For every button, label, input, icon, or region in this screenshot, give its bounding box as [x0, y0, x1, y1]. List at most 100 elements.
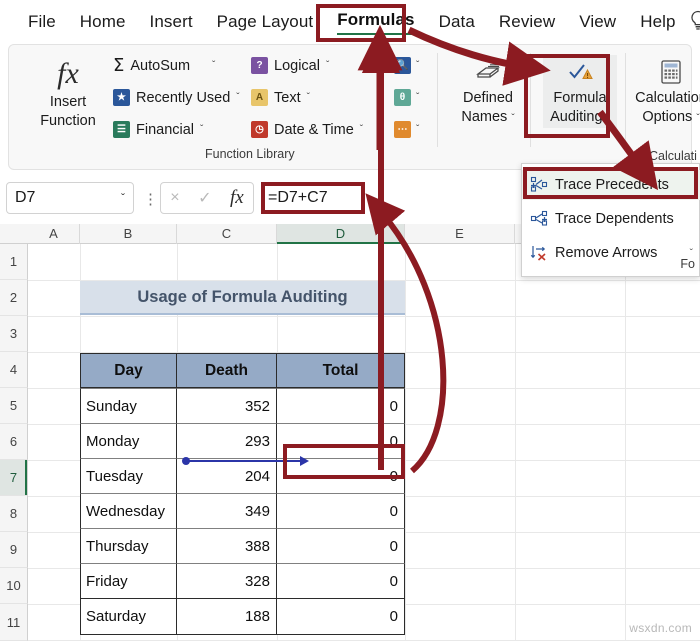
table-header-day[interactable]: Day: [80, 353, 177, 388]
tab-data[interactable]: Data: [427, 8, 487, 36]
cell-b7[interactable]: Tuesday: [80, 458, 177, 494]
cell-b6[interactable]: Monday: [80, 423, 177, 459]
insert-function-button[interactable]: fx Insert Function: [31, 55, 105, 131]
row-header-2[interactable]: 2: [0, 280, 28, 316]
sheet-title-cell[interactable]: Usage of Formula Auditing: [80, 281, 405, 315]
chevron-down-icon[interactable]: ˇ: [607, 113, 610, 124]
cell-b11[interactable]: Saturday: [80, 598, 177, 635]
cell-b9[interactable]: Thursday: [80, 528, 177, 564]
name-box[interactable]: D7 ˇ: [6, 182, 134, 214]
group-divider: [625, 53, 626, 147]
cell-c8[interactable]: 349: [176, 493, 277, 529]
column-header-b[interactable]: B: [80, 224, 177, 244]
row-header-8[interactable]: 8: [0, 496, 28, 532]
chevron-down-icon[interactable]: ˇ: [121, 191, 125, 205]
tab-file[interactable]: File: [16, 8, 68, 36]
logical-button[interactable]: ? Logical ˇ: [251, 57, 329, 74]
tab-help-label: Help: [640, 12, 676, 31]
table-header-total[interactable]: Total: [276, 353, 405, 388]
cell-b5[interactable]: Sunday: [80, 388, 177, 424]
row-header-1[interactable]: 1: [0, 244, 28, 280]
enter-icon[interactable]: ✓: [198, 188, 211, 208]
cancel-icon[interactable]: ×: [170, 189, 179, 207]
row-header-11[interactable]: 11: [0, 604, 28, 641]
chevron-down-icon[interactable]: ˇ: [326, 60, 329, 71]
cell-b10[interactable]: Friday: [80, 563, 177, 599]
cell-d7[interactable]: 0: [276, 458, 405, 494]
chevron-down-icon[interactable]: ˇ: [360, 124, 363, 135]
cell-c10[interactable]: 328: [176, 563, 277, 599]
defined-names-label-1: Defined: [463, 90, 513, 106]
cell-c9[interactable]: 388: [176, 528, 277, 564]
row-header-5[interactable]: 5: [0, 388, 28, 424]
cell-b8[interactable]: Wednesday: [80, 493, 177, 529]
tab-page-layout[interactable]: Page Layout: [205, 8, 326, 36]
cell-d8[interactable]: 0: [276, 493, 405, 529]
sigma-icon: Σ: [113, 55, 125, 76]
formula-auditing-label-2: Auditing ˇ: [550, 109, 610, 125]
recently-used-button[interactable]: ★ Recently Used ˇ: [113, 89, 240, 106]
formula-text: =D7+C7: [268, 189, 328, 206]
cell-d6[interactable]: 0: [276, 423, 405, 459]
column-header-a[interactable]: A: [28, 224, 80, 244]
tab-file-label: File: [28, 12, 56, 31]
chevron-down-icon[interactable]: ˇ: [511, 113, 514, 124]
row-header-4[interactable]: 4: [0, 352, 28, 388]
chevron-down-icon[interactable]: ˇ: [416, 124, 419, 135]
chevron-down-icon[interactable]: ˇ: [696, 113, 699, 124]
insert-function-icon[interactable]: fx: [230, 187, 244, 209]
tab-help[interactable]: Help: [628, 8, 687, 36]
tab-review[interactable]: Review: [487, 8, 567, 36]
tab-home[interactable]: Home: [68, 8, 138, 36]
lookup-reference-button[interactable]: 🔍 ˇ: [394, 57, 419, 74]
cell-d9[interactable]: 0: [276, 528, 405, 564]
math-trig-icon: θ: [394, 89, 411, 106]
tab-view[interactable]: View: [567, 8, 628, 36]
row-header-3[interactable]: 3: [0, 316, 28, 352]
tab-formulas[interactable]: Formulas: [325, 6, 426, 39]
chevron-down-icon[interactable]: ˇ: [416, 60, 419, 71]
row-header-10[interactable]: 10: [0, 568, 28, 604]
cell-d10[interactable]: 0: [276, 563, 405, 599]
cell-c5[interactable]: 352: [176, 388, 277, 424]
menu-item-trace-dependents[interactable]: Trace Dependents: [522, 204, 700, 234]
row-header-9[interactable]: 9: [0, 532, 28, 568]
tab-insert[interactable]: Insert: [138, 8, 205, 36]
group-divider: [530, 53, 531, 147]
formula-auditing-button[interactable]: Formula Auditing ˇ: [543, 55, 617, 128]
chevron-down-icon[interactable]: ˇ: [200, 124, 203, 135]
column-header-c[interactable]: C: [177, 224, 277, 244]
tab-formulas-label: Formulas: [337, 9, 415, 29]
calculation-options-button[interactable]: Calculation Options ˇ: [635, 55, 700, 128]
logical-icon: ?: [251, 57, 268, 74]
row-header-6[interactable]: 6: [0, 424, 28, 460]
cell-d5[interactable]: 0: [276, 388, 405, 424]
financial-button[interactable]: ☰ Financial ˇ: [113, 121, 203, 138]
chevron-down-icon[interactable]: ˇ: [212, 60, 215, 71]
defined-names-button[interactable]: Defined Names ˇ: [451, 55, 525, 128]
cell-c6[interactable]: 293: [176, 423, 277, 459]
menu-item-trace-precedents[interactable]: Trace Precedents: [522, 170, 700, 200]
trace-dependents-icon: [530, 210, 548, 228]
date-time-button[interactable]: ◷ Date & Time ˇ: [251, 121, 363, 138]
cell-c11[interactable]: 188: [176, 598, 277, 635]
math-trig-button[interactable]: θ ˇ: [394, 89, 419, 106]
row-header-7[interactable]: 7: [0, 460, 28, 496]
menu-item-trace-precedents-label: Trace Precedents: [555, 177, 669, 193]
chevron-down-icon[interactable]: ˇ: [236, 92, 239, 103]
column-header-e[interactable]: E: [405, 224, 515, 244]
text-button[interactable]: A Text ˇ: [251, 89, 310, 106]
chevron-down-icon[interactable]: ˇ: [416, 92, 419, 103]
recently-used-label: Recently Used: [136, 89, 231, 106]
more-functions-button[interactable]: ⋯ ˇ: [394, 121, 419, 138]
formula-bar-options-icon[interactable]: ⋮: [143, 190, 158, 208]
menu-item-trace-dependents-label: Trace Dependents: [555, 211, 674, 227]
calculation-group-label: Calculati: [649, 149, 697, 163]
cell-c7[interactable]: 204: [176, 458, 277, 494]
table-header-death[interactable]: Death: [176, 353, 277, 388]
autosum-button[interactable]: Σ AutoSum ˇ: [113, 55, 215, 76]
chevron-down-icon[interactable]: ˇ: [307, 92, 310, 103]
column-header-d[interactable]: D: [277, 224, 405, 244]
cell-d11[interactable]: 0: [276, 598, 405, 635]
lightbulb-icon[interactable]: [688, 9, 700, 36]
